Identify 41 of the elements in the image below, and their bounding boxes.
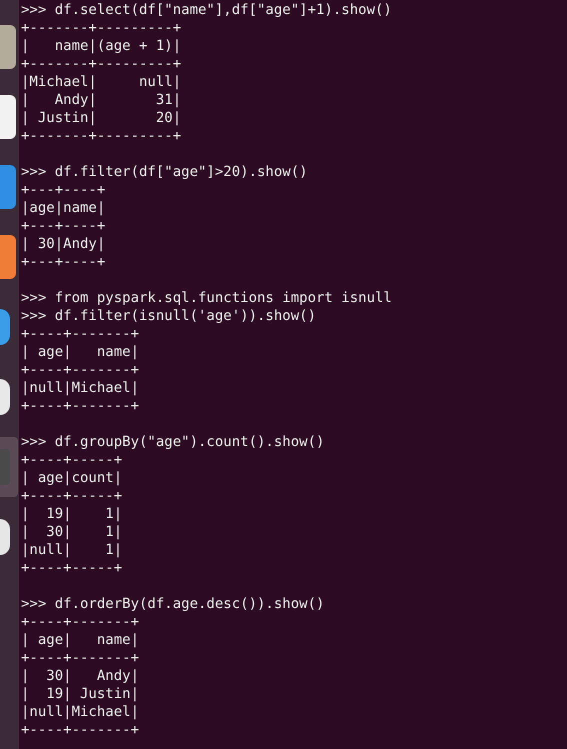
terminal-line: +---+----+	[21, 217, 106, 235]
terminal-line: +----+-----+	[21, 559, 124, 577]
terminal-line: >>> df.select(df["name"],df["age"]+1).show()	[21, 1, 392, 19]
terminal-line: +-------+---------+	[21, 55, 182, 73]
terminal-line: +----+-----+	[21, 451, 124, 469]
active-app-tile[interactable]	[0, 437, 18, 497]
app-icon[interactable]	[0, 519, 10, 555]
terminal-line: |Michael| null|	[21, 73, 182, 91]
app-icon[interactable]	[0, 309, 10, 345]
app-icon[interactable]	[0, 379, 10, 415]
terminal-line: | 19| 1|	[21, 505, 124, 523]
terminal-line: +-------+---------+	[21, 127, 182, 145]
terminal-line: |age|name|	[21, 199, 106, 217]
terminal-line: +----+-------+	[21, 613, 140, 631]
terminal-line: +----+-------+	[21, 397, 140, 415]
terminal-line: | name|(age + 1)|	[21, 37, 182, 55]
terminal-line: |null|Michael|	[21, 703, 140, 721]
terminal-line: >>> df.filter(df["age"]>20).show()	[21, 163, 309, 181]
terminal-line: +----+-------+	[21, 649, 140, 667]
terminal-line: +----+-----+	[21, 487, 124, 505]
terminal-line: +-------+---------+	[21, 19, 182, 37]
terminal-line: | age| name|	[21, 343, 140, 361]
terminal-line: | Andy| 31|	[21, 91, 182, 109]
terminal-line: |null| 1|	[21, 541, 124, 559]
terminal-line: | age| name|	[21, 631, 140, 649]
terminal-line: +---+----+	[21, 253, 106, 271]
terminal-line: >>> df.filter(isnull('age')).show()	[21, 307, 318, 325]
terminal-line: +---+----+	[21, 181, 106, 199]
terminal-line: | 30| 1|	[21, 523, 124, 541]
terminal-line: +----+-------+	[21, 361, 140, 379]
terminal-line: +----+-------+	[21, 721, 140, 739]
terminal-line: | Justin| 20|	[21, 109, 182, 127]
terminal-line: |null|Michael|	[21, 379, 140, 397]
terminal-line: >>> df.orderBy(df.age.desc()).show()	[21, 595, 326, 613]
terminal-line: | age|count|	[21, 469, 124, 487]
terminal-line: >>> df.groupBy("age").count().show()	[21, 433, 326, 451]
terminal-line: | 19| Justin|	[21, 685, 140, 703]
terminal-line: +----+-------+	[21, 325, 140, 343]
terminal-line: | 30| Andy|	[21, 667, 140, 685]
terminal-line: >>> from pyspark.sql.functions import isnull	[21, 289, 392, 307]
terminal-line: | 30|Andy|	[21, 235, 106, 253]
